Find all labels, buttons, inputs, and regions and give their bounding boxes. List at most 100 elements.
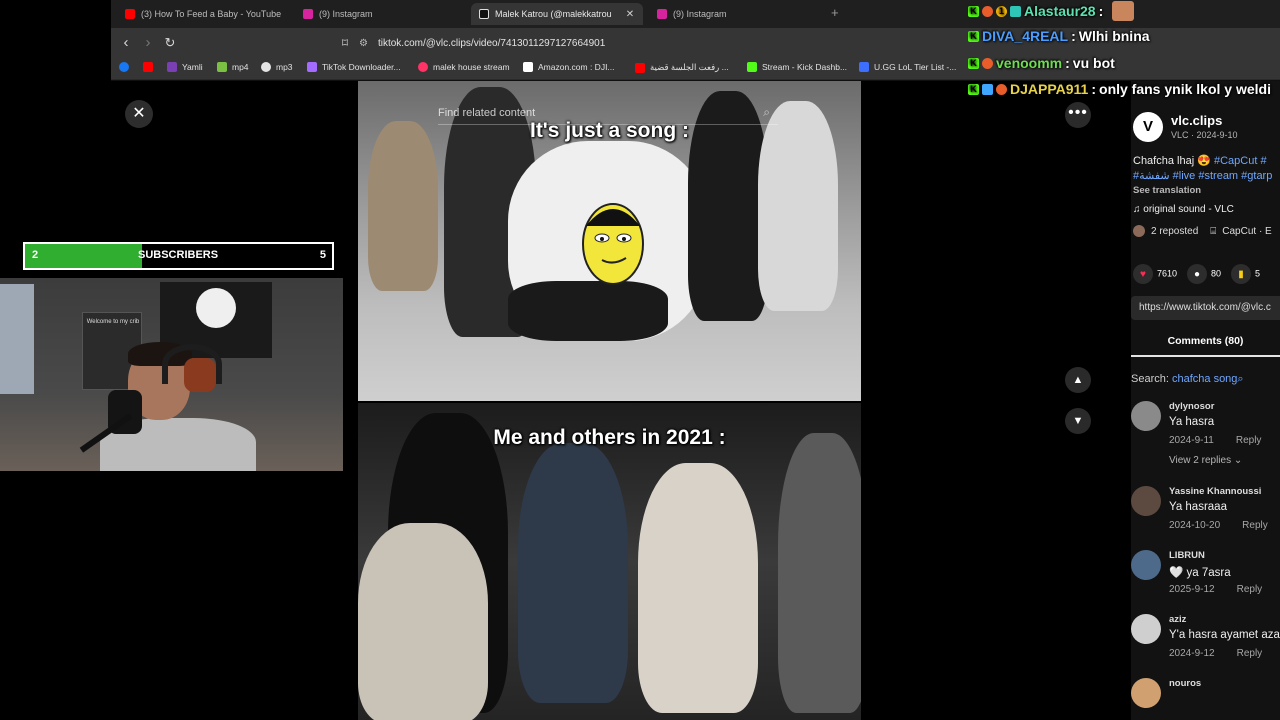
kick-badge-icon: K	[968, 30, 979, 42]
person-figure	[508, 281, 668, 341]
comment-meta: 2024-9-12 Reply	[1169, 648, 1262, 659]
video-player[interactable]: It's just a song : Find related content …	[358, 81, 861, 720]
hashtag[interactable]: #CapCut #	[1214, 155, 1267, 167]
video-info-panel: V vlc.clips VLC · 2024-9-10 Chafcha lhaj…	[1131, 81, 1280, 720]
chat-message: K DJAPPA911 : only fans ynik lkol y weld…	[968, 81, 1271, 97]
chat-message: K DIVA_4REAL : Wlhi bnina	[968, 28, 1150, 44]
bookmark-label: mp4	[232, 62, 249, 72]
tab-youtube[interactable]: (3) How To Feed a Baby - YouTube	[117, 3, 285, 25]
view-replies-button[interactable]: View 2 replies ⌄	[1169, 455, 1242, 466]
chat-text: Wlhi bnina	[1078, 28, 1150, 44]
author-avatar[interactable]: V	[1133, 112, 1163, 142]
view-replies-label: View 2 replies	[1169, 455, 1232, 466]
hashtags-line[interactable]: #شفشة #live #stream #gtarp	[1133, 169, 1280, 184]
forward-button[interactable]: ›	[139, 34, 157, 52]
find-related-placeholder: Find related content	[438, 106, 536, 119]
reply-button[interactable]: Reply	[1242, 520, 1268, 531]
person-figure	[778, 433, 861, 713]
facebook-icon	[119, 62, 129, 72]
commenter-avatar[interactable]	[1131, 614, 1161, 644]
capcut-label[interactable]: CapCut · E	[1222, 226, 1271, 237]
url-text: tiktok.com/@vlc.clips/video/741301129712…	[377, 37, 606, 49]
video-caption-bottom: Me and others in 2021 :	[493, 426, 726, 449]
site-settings-icon[interactable]: ⚙	[359, 38, 368, 49]
commenter-avatar[interactable]	[1131, 678, 1161, 708]
chat-separator: :	[1098, 3, 1104, 19]
reposted-row[interactable]: 2 reposted ⌸ CapCut · E	[1133, 225, 1272, 237]
tab-instagram[interactable]: (9) Instagram	[295, 3, 465, 25]
bookmark-malek-stream[interactable]: malek house stream	[418, 62, 510, 72]
find-related-search[interactable]: Find related content ⌕	[438, 101, 778, 125]
new-tab-button[interactable]: +	[831, 5, 839, 20]
bookmark-label: رفعت الجلسة قضية ...	[650, 62, 729, 72]
sub-badge-icon	[982, 57, 993, 69]
comment-text: Ya hasra	[1169, 416, 1215, 428]
bookmark-amazon[interactable]: Amazon.com : DJI...	[523, 62, 615, 72]
reload-button[interactable]: ↻	[161, 34, 179, 52]
next-video-button[interactable]: ▼	[1065, 408, 1091, 434]
commenter-name[interactable]: nouros	[1169, 678, 1201, 689]
address-bar[interactable]: ⚙ tiktok.com/@vlc.clips/video/7413011297…	[359, 32, 959, 54]
bookmark-mp4[interactable]: mp4	[217, 62, 249, 72]
sound-label: original sound - VLC	[1143, 204, 1234, 215]
comment-meta: 2025-9-12 Reply	[1169, 584, 1262, 595]
tab-instagram-2[interactable]: (9) Instagram	[649, 3, 819, 25]
comment-item: aziz Y'a hasra ayamet aza 2024-9-12 Reply	[1131, 614, 1280, 664]
author-name[interactable]: vlc.clips	[1171, 113, 1222, 128]
person-figure	[518, 443, 628, 703]
reply-button[interactable]: Reply	[1237, 648, 1263, 659]
copy-link-field[interactable]: https://www.tiktok.com/@vlc.c	[1131, 296, 1280, 320]
kick-badge-icon: K	[968, 83, 979, 95]
bookmark-tiktok-downloader[interactable]: TikTok Downloader...	[307, 62, 401, 72]
tab-label: (9) Instagram	[319, 9, 373, 19]
kick-badge-icon: K	[968, 57, 979, 69]
tab-comments[interactable]: Comments (80)	[1131, 331, 1280, 357]
tab-tiktok-active[interactable]: Malek Katrou (@malekkatrou ✕	[471, 3, 643, 25]
like-button[interactable]: ♥ 7610	[1133, 264, 1177, 284]
kick-icon	[747, 62, 757, 72]
emote-icon	[1112, 1, 1135, 21]
bookmark-yamli[interactable]: Yamli	[167, 62, 203, 72]
comment-search-suggestion[interactable]: Search: chafcha song⌕	[1131, 373, 1244, 386]
comment-button[interactable]: ● 80	[1187, 264, 1221, 284]
commenter-avatar[interactable]	[1131, 550, 1161, 580]
bookmark-ugg[interactable]: U.GG LoL Tier List -...	[859, 62, 956, 72]
commenter-name[interactable]: aziz	[1169, 614, 1186, 625]
video-description: Chafcha lhaj 😍 #CapCut # #شفشة #live #st…	[1133, 154, 1280, 184]
bookmark-icon[interactable]: ⌑	[336, 34, 354, 52]
youtube-icon	[125, 9, 135, 19]
close-tab-icon[interactable]: ✕	[626, 9, 634, 20]
comment-text: Y'a hasra ayamet aza	[1169, 629, 1280, 641]
back-button[interactable]: ‹	[117, 34, 135, 52]
bookmark-mp3[interactable]: mp3	[261, 62, 293, 72]
commenter-name[interactable]: LIBRUN	[1169, 550, 1205, 561]
kick-badge-icon: K	[968, 5, 979, 17]
search-prefix: Search:	[1131, 373, 1169, 385]
bookmark-youtube-arabic[interactable]: رفعت الجلسة قضية ...	[635, 62, 729, 73]
subscriber-goal: 5	[319, 249, 326, 261]
commenter-avatar[interactable]	[1131, 401, 1161, 431]
save-button[interactable]: ▮ 5	[1231, 264, 1260, 284]
bookmark-youtube[interactable]	[143, 62, 153, 72]
more-options-button[interactable]: •••	[1065, 102, 1091, 128]
chat-separator: :	[1091, 81, 1097, 97]
bookmark-facebook[interactable]	[119, 62, 129, 72]
bookmark-kick-dashboard[interactable]: Stream - Kick Dashb...	[747, 62, 847, 72]
tab-label: Malek Katrou (@malekkatrou	[495, 9, 612, 19]
comment-meta: 2024-9-11 Reply	[1169, 435, 1261, 446]
bookmark-label: malek house stream	[433, 62, 510, 72]
commenter-name[interactable]: dylynosor	[1169, 401, 1214, 412]
bookmark-icon: ▮	[1231, 264, 1252, 284]
chat-username: DJAPPA911	[1010, 81, 1089, 97]
previous-video-button[interactable]: ▲	[1065, 367, 1091, 393]
original-sound-link[interactable]: ♫ original sound - VLC	[1133, 204, 1234, 215]
reply-button[interactable]: Reply	[1236, 435, 1262, 446]
search-icon[interactable]: ⌕	[763, 105, 770, 120]
close-video-button[interactable]: ✕	[125, 100, 153, 128]
see-translation-link[interactable]: See translation	[1133, 185, 1201, 196]
commenter-name[interactable]: Yassine Khannoussi	[1169, 486, 1261, 497]
reply-button[interactable]: Reply	[1237, 584, 1263, 595]
commenter-avatar[interactable]	[1131, 486, 1161, 516]
amazon-icon	[523, 62, 533, 72]
search-query[interactable]: chafcha song	[1172, 373, 1237, 385]
